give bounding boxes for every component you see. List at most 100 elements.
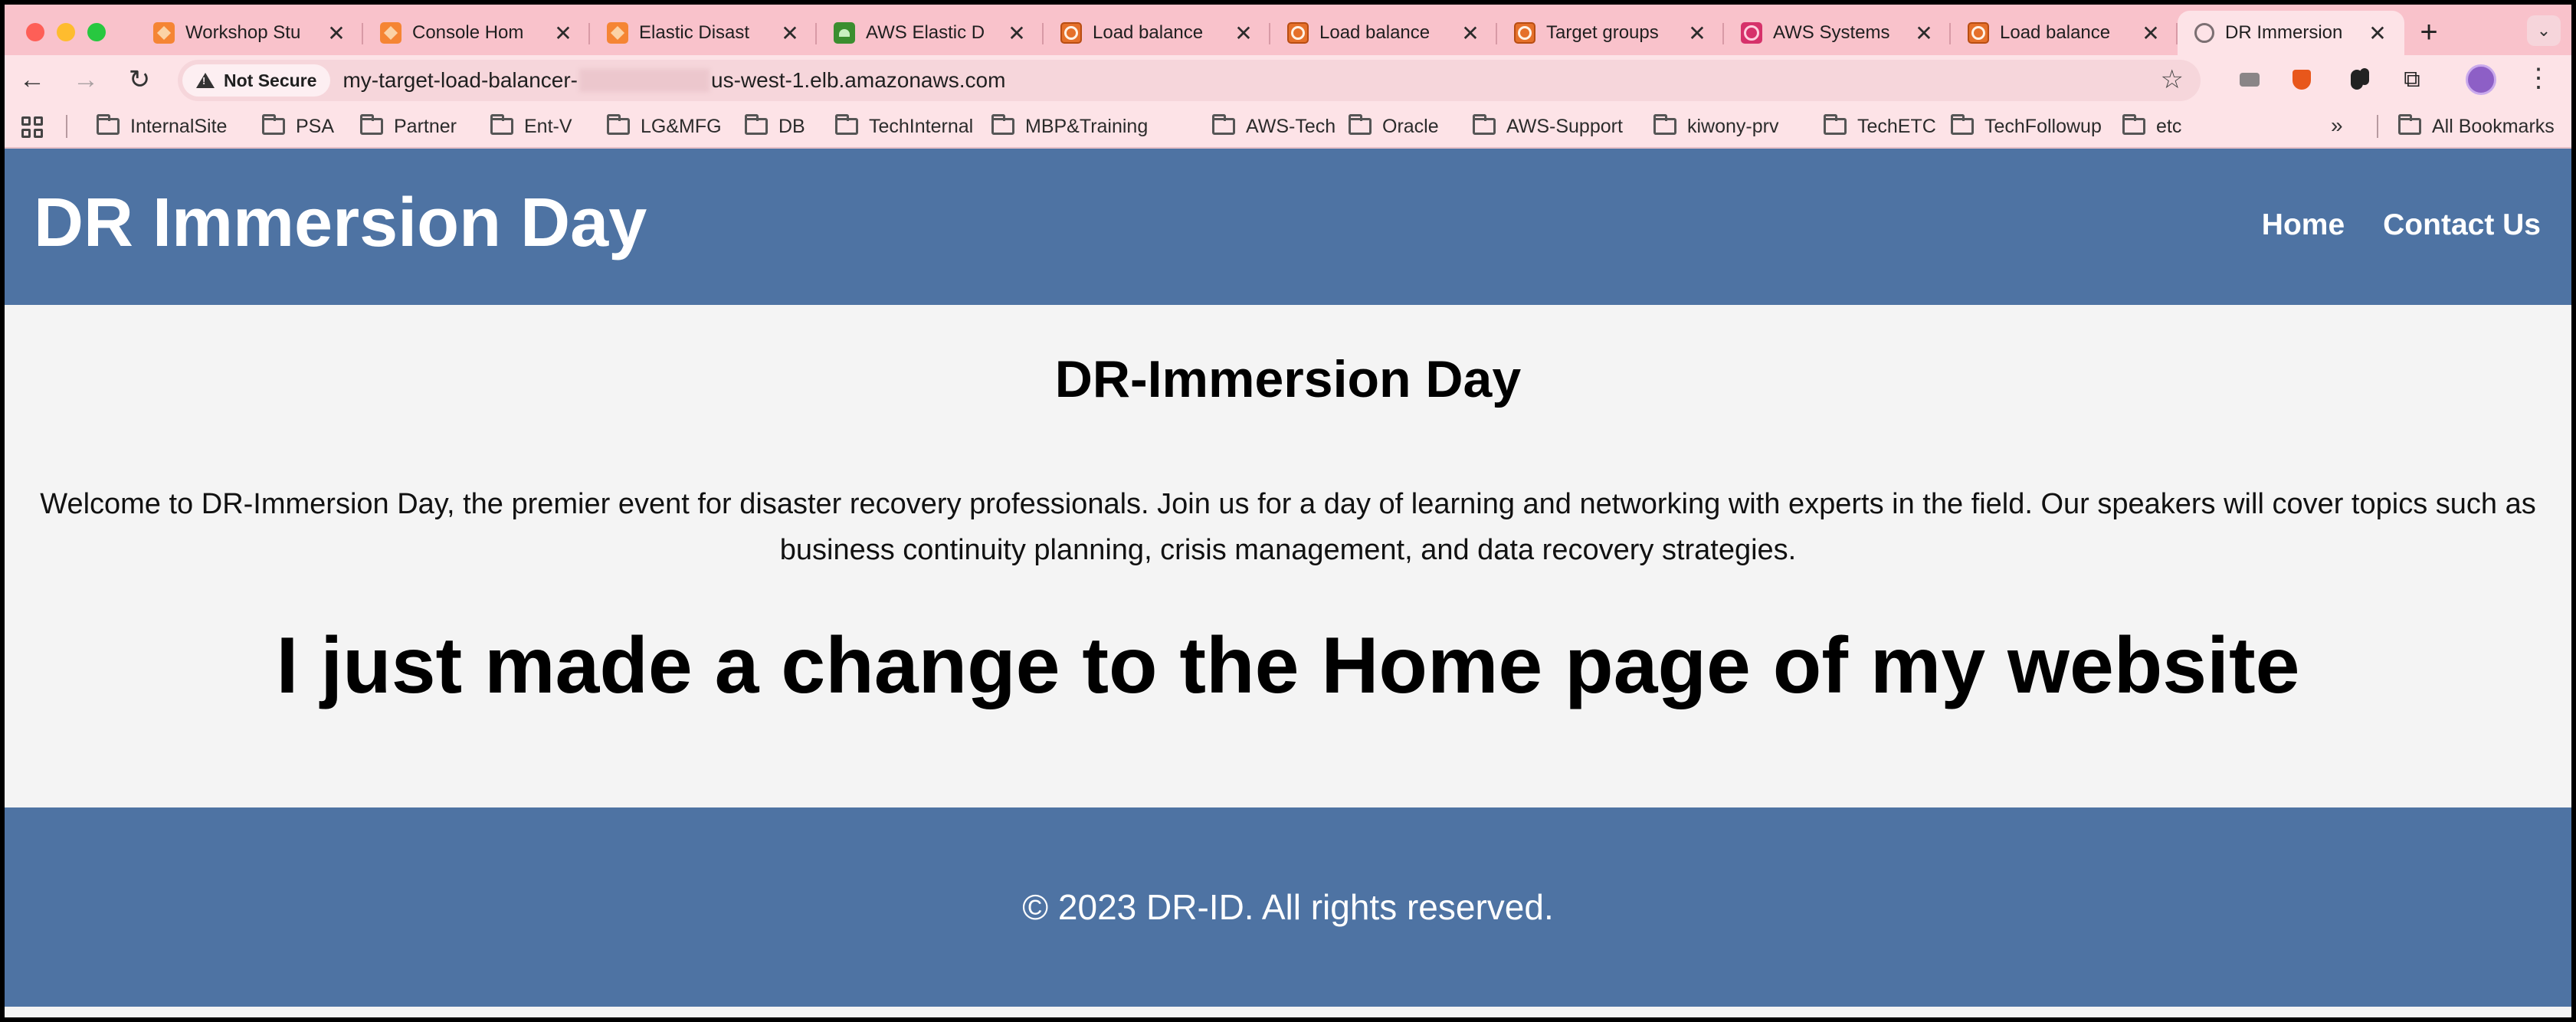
web-page: DR Immersion Day Home Contact Us DR-Imme… [5,149,2571,1017]
tab-title: Console Hom [412,22,524,43]
tab-close-icon[interactable]: ✕ [2368,21,2388,46]
bookmarks-divider [66,115,67,138]
forward-arrow-icon[interactable]: → [69,63,103,97]
folder-icon [490,114,513,135]
camera-extension-icon[interactable] [2234,64,2265,95]
tab-title: DR Immersion [2225,22,2343,43]
tab-title: Elastic Disast [639,22,750,43]
tab-list: Workshop Stu ✕ Console Hom ✕ Elastic Disast ✕… [136,11,2404,55]
bookmark-folder[interactable]: TechFollowup [1951,104,2102,149]
banner-heading: I just made a change to the Home page of… [276,621,2300,710]
tab-close-icon[interactable]: ✕ [1460,21,1480,46]
extensions-puzzle-icon[interactable]: ⧉ [2397,64,2427,95]
bookmark-star-icon[interactable]: ☆ [2161,64,2184,95]
bookmark-folder[interactable]: etc [2122,104,2181,149]
bookmark-folder[interactable]: Oracle [1349,104,1439,149]
aws-drs-icon [834,22,855,44]
intro-paragraph: Welcome to DR-Immersion Day, the premier… [40,488,2536,566]
all-bookmarks-button[interactable]: All Bookmarks [2398,104,2555,149]
bookmark-label: PSA [296,115,335,137]
bookmark-folder[interactable]: AWS-Support [1473,104,1623,149]
tab-close-icon[interactable]: ✕ [553,21,573,46]
folder-icon [1824,114,1847,135]
bookmark-folder[interactable]: TechETC [1824,104,1936,149]
maximize-window-button[interactable] [87,23,106,41]
bookmark-label: LG&MFG [641,115,722,137]
site-footer: © 2023 DR-ID. All rights reserved. [5,807,2571,1007]
tab-active[interactable]: DR Immersion ✕ [2178,11,2404,55]
tab-search-chevron-icon[interactable]: ⌄ [2527,15,2561,46]
tab-title: AWS Elastic D [866,22,985,43]
tab[interactable]: Load balance ✕ [1951,11,2178,55]
load-balancer-icon [1060,22,1082,44]
folder-icon [1212,114,1235,135]
bookmark-folder[interactable]: InternalSite [97,104,227,149]
reload-icon[interactable]: ↻ [123,63,156,97]
bookmark-label: DB [778,115,805,137]
bookmarks-overflow-icon[interactable]: » [2331,113,2343,138]
bookmark-label: TechFollowup [1984,115,2102,137]
tab-close-icon[interactable]: ✕ [326,21,346,46]
page-heading: DR-Immersion Day [1054,350,1522,408]
bookmark-folder[interactable]: DB [745,104,805,149]
browser-window: Workshop Stu ✕ Console Hom ✕ Elastic Disast ✕… [5,5,2571,1017]
tab-title: Target groups [1546,22,1659,43]
tab[interactable]: Workshop Stu ✕ [136,11,363,55]
address-bar[interactable]: Not Secure my-target-load-balancer- us-w… [178,60,2201,101]
bookmark-folder[interactable]: MBP&Training [991,104,1148,149]
site-title: DR Immersion Day [34,185,647,261]
close-window-button[interactable] [26,23,44,41]
folder-icon [745,114,768,135]
url-text[interactable]: my-target-load-balancer- us-west-1.elb.a… [342,68,1005,93]
tab[interactable]: Target groups ✕ [1497,11,1724,55]
bookmarks-bar: » All Bookmarks InternalSite PSA Partner En… [5,104,2571,149]
bookmark-folder[interactable]: AWS-Tech [1212,104,1336,149]
bookmark-label: kiwony-prv [1687,115,1779,137]
bookmark-folder[interactable]: Partner [360,104,457,149]
tab-close-icon[interactable]: ✕ [780,21,800,46]
tab[interactable]: Elastic Disast ✕ [590,11,817,55]
bookmark-folder[interactable]: PSA [262,104,334,149]
tab-close-icon[interactable]: ✕ [2141,21,2161,46]
apps-grid-icon[interactable] [21,116,43,138]
bookmark-folder[interactable]: kiwony-prv [1653,104,1778,149]
tab[interactable]: Console Hom ✕ [363,11,590,55]
tab[interactable]: AWS Elastic D ✕ [817,11,1044,55]
tab[interactable]: AWS Systems ✕ [1724,11,1951,55]
bookmark-label: MBP&Training [1025,115,1149,137]
bookmark-label: TechInternal [869,115,974,137]
folder-icon [1349,114,1372,135]
browser-toolbar: ← → ↻ Not Secure my-target-load-balancer… [5,55,2571,104]
bookmark-label: AWS-Tech [1246,115,1336,137]
browser-menu-icon[interactable]: ⋮ [2525,63,2551,93]
folder-icon [1653,114,1676,135]
new-tab-button[interactable]: + [2412,15,2446,50]
tab[interactable]: Load balance ✕ [1044,11,1270,55]
back-arrow-icon[interactable]: ← [15,63,49,97]
tab-close-icon[interactable]: ✕ [1914,21,1934,46]
folder-icon [1951,114,1974,135]
load-balancer-icon [1514,22,1535,44]
tab-close-icon[interactable]: ✕ [1687,21,1707,46]
tab-close-icon[interactable]: ✕ [1234,21,1254,46]
nav-contact-link[interactable]: Contact Us [2383,208,2541,242]
globe-icon [2194,23,2214,43]
tab-title: Workshop Stu [185,22,301,43]
figma-extension-icon[interactable] [2342,64,2372,95]
security-indicator[interactable]: Not Secure [182,64,331,97]
profile-avatar[interactable] [2466,64,2496,95]
folder-icon [607,114,630,135]
bookmark-folder[interactable]: Ent-V [490,104,572,149]
bookmark-label: AWS-Support [1506,115,1623,137]
bookmark-folder[interactable]: TechInternal [835,104,973,149]
tab-title: AWS Systems [1773,22,1890,43]
bookmarks-divider [2377,115,2378,138]
redacted-url-segment [579,69,710,92]
tab-close-icon[interactable]: ✕ [1007,21,1027,46]
minimize-window-button[interactable] [57,23,75,41]
shield-extension-icon[interactable] [2286,64,2317,95]
folder-icon [97,114,120,135]
nav-home-link[interactable]: Home [2262,208,2345,242]
tab[interactable]: Load balance ✕ [1270,11,1497,55]
bookmark-folder[interactable]: LG&MFG [607,104,722,149]
